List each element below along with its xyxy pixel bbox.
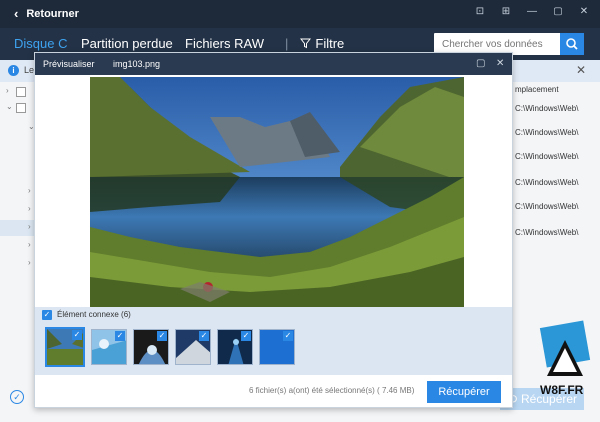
- tree-row[interactable]: ›: [0, 238, 34, 254]
- tab-partition-perdue[interactable]: Partition perdue: [81, 36, 173, 51]
- tree-row[interactable]: ⌄: [0, 100, 34, 116]
- sync-icon[interactable]: ⊡: [474, 6, 486, 18]
- preview-area: [35, 75, 512, 307]
- location-cell: C:\Windows\Web\: [515, 202, 579, 211]
- thumbnail[interactable]: ✓: [217, 329, 253, 365]
- thumbnail[interactable]: ✓: [91, 329, 127, 365]
- chevron-left-icon: ‹: [14, 6, 19, 21]
- filter-label: Filtre: [315, 36, 345, 51]
- tree-checkbox[interactable]: [16, 103, 26, 113]
- maximize-icon[interactable]: ▢: [552, 6, 564, 18]
- tree-row[interactable]: ⌄: [0, 120, 35, 136]
- dialog-footer: 6 fichier(s) a(ont) été sélectionné(s) (…: [35, 375, 512, 407]
- tree-row[interactable]: ›: [0, 84, 34, 100]
- related-checkbox[interactable]: ✓: [42, 310, 52, 320]
- watermark-logo: [539, 320, 591, 376]
- check-icon: ✓: [283, 331, 293, 341]
- maximize-icon[interactable]: ▢: [476, 58, 485, 69]
- folder-tree: › ⌄ ⌄ › › › › ›: [0, 82, 35, 382]
- dialog-filename: img103.png: [113, 59, 161, 69]
- preview-dialog: Prévisualiser img103.png ▢ ✕ ✓ Élément c…: [34, 52, 513, 408]
- info-text: Le: [24, 65, 35, 75]
- recover-button[interactable]: Récupérer: [427, 381, 501, 403]
- check-circle-icon: ✓: [10, 390, 24, 404]
- check-icon: ✓: [72, 330, 82, 340]
- chevron-down-icon[interactable]: ⌄: [6, 102, 13, 111]
- separator: |: [285, 36, 289, 51]
- location-cell: C:\Windows\Web\: [515, 128, 579, 137]
- thumbnail[interactable]: ✓: [133, 329, 169, 365]
- chevron-right-icon[interactable]: ›: [28, 204, 31, 213]
- close-icon[interactable]: ✕: [496, 58, 504, 69]
- tree-checkbox[interactable]: [16, 87, 26, 97]
- location-header: mplacement: [515, 85, 559, 94]
- settings-icon[interactable]: ⊞: [500, 6, 512, 18]
- tree-row-selected[interactable]: ›: [0, 220, 34, 236]
- dialog-title-bar: Prévisualiser img103.png ▢ ✕: [35, 53, 512, 75]
- search-icon: [566, 38, 578, 50]
- minimize-icon[interactable]: —: [526, 6, 538, 18]
- selection-status: 6 fichier(s) a(ont) été sélectionné(s) (…: [249, 386, 415, 395]
- location-column: mplacement C:\Windows\Web\ C:\Windows\We…: [513, 82, 600, 312]
- dialog-title: Prévisualiser: [43, 59, 95, 69]
- related-items-bar: ✓ Élément connexe (6): [35, 307, 512, 323]
- watermark-text: W8F.FR: [540, 383, 584, 397]
- chevron-right-icon[interactable]: ›: [28, 258, 31, 267]
- chevron-right-icon[interactable]: ›: [28, 240, 31, 249]
- chevron-right-icon[interactable]: ›: [28, 186, 31, 195]
- check-icon: ✓: [199, 331, 209, 341]
- related-label: Élément connexe (6): [57, 310, 131, 319]
- filter-button[interactable]: | Filtre: [285, 36, 344, 51]
- close-info-icon[interactable]: ✕: [576, 63, 586, 77]
- tree-row[interactable]: ›: [0, 202, 34, 218]
- location-cell: C:\Windows\Web\: [515, 228, 579, 237]
- chevron-right-icon[interactable]: ›: [28, 222, 31, 231]
- search-button[interactable]: [560, 33, 584, 55]
- tab-fichiers-raw[interactable]: Fichiers RAW: [185, 36, 264, 51]
- preview-image: [90, 77, 464, 307]
- tree-row[interactable]: ›: [0, 256, 34, 272]
- tree-row[interactable]: ›: [0, 184, 34, 200]
- location-cell: C:\Windows\Web\: [515, 178, 579, 187]
- thumbnail-strip: ✓ ✓ ✓ ✓ ✓ ✓: [35, 323, 512, 375]
- location-cell: C:\Windows\Web\: [515, 104, 579, 113]
- thumbnail[interactable]: ✓: [259, 329, 295, 365]
- thumbnail[interactable]: ✓: [175, 329, 211, 365]
- title-bar: ‹ Retourner ⊡ ⊞ — ▢ ✕: [0, 0, 600, 28]
- thumbnail[interactable]: ✓: [45, 327, 85, 367]
- check-icon: ✓: [241, 331, 251, 341]
- check-icon: ✓: [157, 331, 167, 341]
- check-icon: ✓: [115, 331, 125, 341]
- filter-icon: [300, 38, 312, 49]
- tab-disque-c[interactable]: Disque C: [14, 36, 67, 51]
- close-icon[interactable]: ✕: [578, 6, 590, 18]
- location-cell: C:\Windows\Web\: [515, 152, 579, 161]
- back-label: Retourner: [26, 7, 79, 20]
- info-icon: i: [8, 65, 19, 76]
- back-button[interactable]: ‹ Retourner: [14, 6, 79, 21]
- chevron-right-icon[interactable]: ›: [6, 86, 9, 95]
